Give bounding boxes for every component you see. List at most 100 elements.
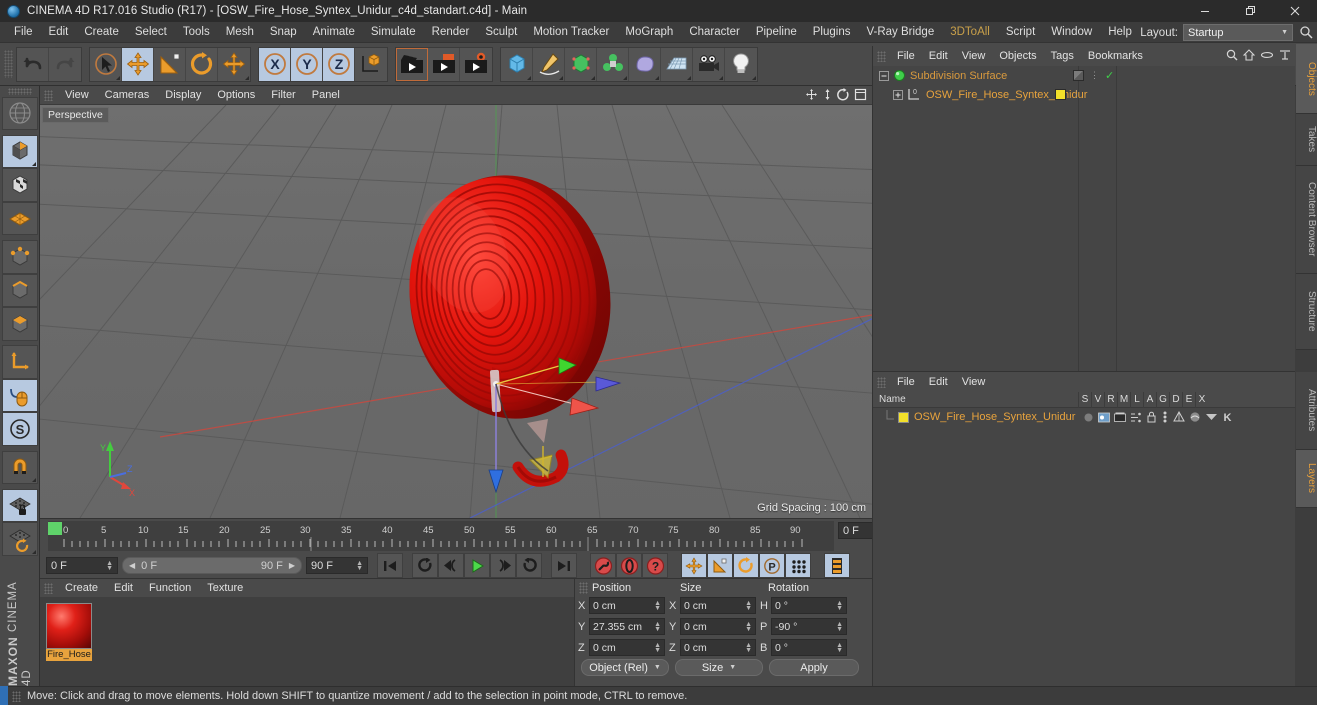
tab-objects[interactable]: Objects [1296, 44, 1317, 114]
solo-icon[interactable] [1083, 412, 1094, 423]
axis-modify-icon[interactable] [1, 345, 38, 379]
tab-takes[interactable]: Takes [1296, 114, 1317, 166]
world-coordinate-icon[interactable] [355, 47, 387, 81]
coord-input-pos-y[interactable]: 27.355 cm ▲ ▼ [589, 618, 665, 635]
viewport-menu-filter[interactable]: Filter [263, 88, 303, 102]
search-icon[interactable] [1299, 25, 1313, 42]
menu-select[interactable]: Select [127, 24, 175, 40]
stepper-icon[interactable]: ▲▼ [654, 621, 661, 633]
left-toolbar-grip[interactable] [7, 88, 32, 95]
floor-icon[interactable] [661, 47, 693, 81]
search-icon[interactable] [1226, 49, 1238, 61]
coord-input-pos-x[interactable]: 0 cm ▲ ▼ [589, 597, 665, 614]
object-row-subdivision-surface[interactable]: Subdivision Surface ⋮ ✓ [873, 66, 1295, 85]
nurbs-generator-icon[interactable] [565, 47, 597, 81]
position-key-icon[interactable] [681, 553, 707, 578]
layer-color-swatch[interactable] [898, 411, 909, 423]
apply-button[interactable]: Apply [769, 659, 859, 676]
view-icon[interactable] [1098, 412, 1111, 423]
object-manager-grip[interactable] [877, 50, 886, 62]
menu-mograph[interactable]: MoGraph [617, 24, 681, 40]
maximize-view-icon[interactable] [854, 88, 867, 101]
viewport-3d[interactable]: Perspective Grid Spacing : 100 cm Y X Z [40, 105, 872, 518]
stepper-icon[interactable]: ▲▼ [745, 600, 752, 612]
stepper-icon[interactable]: ▲▼ [836, 600, 843, 612]
deformer-icon[interactable] [597, 47, 629, 81]
coord-input-rot-p[interactable]: -90 ° ▲ ▼ [771, 618, 847, 635]
tab-content-browser[interactable]: Content Browser [1296, 166, 1317, 274]
menu-render[interactable]: Render [424, 24, 478, 40]
viewport-menu-options[interactable]: Options [209, 88, 263, 102]
layer-manager-grip[interactable] [877, 376, 886, 388]
viewport-grip[interactable] [44, 89, 53, 101]
go-to-start-icon[interactable] [377, 553, 403, 578]
rotate-view-icon[interactable] [837, 88, 850, 101]
stepper-icon[interactable]: ▲▼ [106, 560, 113, 572]
tab-attributes[interactable]: Attributes [1296, 372, 1317, 450]
expression-icon[interactable] [1205, 412, 1218, 422]
coordinate-mode-dropdown[interactable]: Object (Rel) ▼ [581, 659, 669, 676]
pan-icon[interactable] [805, 88, 818, 101]
camera-icon[interactable] [693, 47, 725, 81]
menu-window[interactable]: Window [1043, 24, 1100, 40]
forward-loop-icon[interactable] [516, 553, 542, 578]
stepper-icon[interactable]: ▲▼ [836, 621, 843, 633]
animation-icon[interactable] [1161, 411, 1169, 423]
layer-row[interactable]: OSW_Fire_Hose_Syntex_Unidur K [873, 408, 1295, 426]
render-settings-icon[interactable] [460, 47, 492, 81]
parameter-key-icon[interactable]: P [759, 553, 785, 578]
render-region-icon[interactable] [428, 47, 460, 81]
stepper-icon[interactable]: ▲▼ [356, 560, 363, 572]
material-manager-grip[interactable] [44, 582, 53, 594]
menu-3dtoall[interactable]: 3DToAll [942, 24, 998, 40]
dynamic-place-icon[interactable] [218, 47, 250, 81]
material-list[interactable]: Fire_Hose [40, 597, 574, 686]
tab-layers[interactable]: Layers [1296, 450, 1317, 508]
next-frame-icon[interactable] [490, 553, 516, 578]
manager-icon[interactable] [1130, 412, 1142, 423]
menu-script[interactable]: Script [998, 24, 1043, 40]
x-axis-icon[interactable]: X [259, 47, 291, 81]
move-icon[interactable] [122, 47, 154, 81]
menu-create[interactable]: Create [76, 24, 127, 40]
live-selection-icon[interactable] [90, 47, 122, 81]
menu-mesh[interactable]: Mesh [218, 24, 262, 40]
layer-menu-file[interactable]: File [890, 375, 922, 389]
viewport-menu-display[interactable]: Display [157, 88, 209, 102]
expand-icon[interactable] [1279, 49, 1291, 61]
keyframe-selection-icon[interactable]: ? [642, 553, 668, 578]
object-menu-file[interactable]: File [890, 49, 922, 63]
xpresso-icon[interactable]: K [1222, 411, 1233, 423]
timeline-start-field[interactable]: 0 F ▲ ▼ [46, 557, 118, 574]
object-tree[interactable]: Subdivision Surface ⋮ ✓ 0 OSW_Fire_Hose_… [873, 66, 1295, 371]
generator-icon[interactable] [1173, 411, 1186, 423]
rotate-icon[interactable] [186, 47, 218, 81]
polygons-mode-icon[interactable] [1, 307, 38, 341]
coord-input-size-y[interactable]: 0 cm ▲ ▼ [680, 618, 756, 635]
object-menu-bookmarks[interactable]: Bookmarks [1081, 49, 1150, 63]
minimize-button[interactable] [1182, 0, 1227, 22]
lock-icon[interactable] [1146, 411, 1157, 423]
layout-dropdown[interactable]: Startup ▼ [1183, 24, 1293, 41]
stepper-icon[interactable]: ▲▼ [654, 600, 661, 612]
menu-motion-tracker[interactable]: Motion Tracker [525, 24, 617, 40]
home-icon[interactable] [1243, 49, 1255, 61]
stepper-icon[interactable]: ▲▼ [836, 642, 843, 654]
workplane-rotate-icon[interactable] [1, 522, 38, 557]
coord-input-rot-b[interactable]: 0 ° ▲ ▼ [771, 639, 847, 656]
coordinates-grip[interactable] [579, 581, 588, 594]
material-menu-create[interactable]: Create [57, 581, 106, 595]
menu-sculpt[interactable]: Sculpt [477, 24, 525, 40]
timeline-ruler[interactable]: 0 5 10 15 20 25 30 35 40 45 50 55 60 65 70 75 80 85 … [48, 521, 834, 551]
range-left-arrow-icon[interactable]: ◀ [129, 561, 135, 570]
layer-menu-edit[interactable]: Edit [922, 375, 955, 389]
play-icon[interactable] [464, 553, 490, 578]
material-menu-edit[interactable]: Edit [106, 581, 141, 595]
menu-vray-bridge[interactable]: V-Ray Bridge [858, 24, 942, 40]
object-menu-edit[interactable]: Edit [922, 49, 955, 63]
coord-input-pos-z[interactable]: 0 cm ▲ ▼ [589, 639, 665, 656]
redo-icon[interactable] [49, 47, 81, 81]
previous-frame-icon[interactable] [438, 553, 464, 578]
close-button[interactable] [1272, 0, 1317, 22]
material-item[interactable]: Fire_Hose [46, 603, 92, 661]
